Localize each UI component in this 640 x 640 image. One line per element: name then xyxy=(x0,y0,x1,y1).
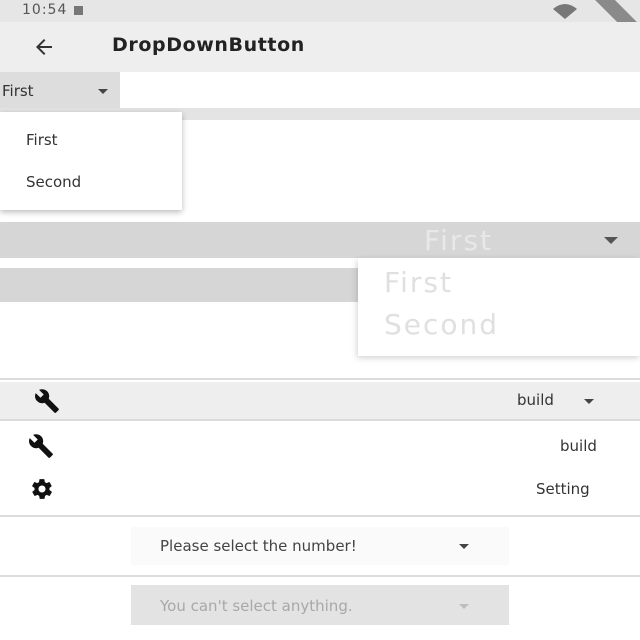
chevron-down-icon xyxy=(459,544,469,549)
chevron-down-icon xyxy=(584,399,594,404)
dropdown-large[interactable] xyxy=(0,222,640,258)
wifi-icon xyxy=(552,3,578,23)
list-item-label: Setting xyxy=(536,480,590,498)
status-time: 10:54 xyxy=(22,2,68,18)
menu-item-first[interactable]: First xyxy=(384,266,453,299)
dropdown-large-value: First xyxy=(424,224,493,257)
battery-level: 0 xyxy=(606,2,616,18)
list-item-build[interactable]: build xyxy=(0,428,640,464)
list-item-label: build xyxy=(560,437,597,455)
gear-icon xyxy=(32,479,52,499)
icon-dropdown-value: build xyxy=(517,391,554,409)
page-title: DropDownButton xyxy=(112,34,305,56)
divider xyxy=(0,419,640,421)
wrench-icon xyxy=(29,434,53,458)
sim-icon xyxy=(74,6,83,15)
dropdown-first[interactable]: First xyxy=(0,72,120,109)
menu-item-second[interactable]: Second xyxy=(26,173,81,191)
divider xyxy=(0,575,640,577)
select-number-dropdown[interactable]: Please select the number! xyxy=(131,527,509,565)
dropdown-first-menu: First Second xyxy=(0,112,182,210)
chevron-down-icon xyxy=(459,604,469,609)
icon-dropdown[interactable]: build xyxy=(0,382,640,419)
list-item-setting[interactable]: Setting xyxy=(0,471,640,507)
dropdown-large-menu: First Second xyxy=(358,258,640,356)
chevron-down-icon xyxy=(604,237,618,244)
chevron-down-icon xyxy=(98,89,108,94)
dropdown-first-value: First xyxy=(2,81,34,100)
divider xyxy=(0,378,640,380)
wrench-icon xyxy=(35,389,59,413)
back-button[interactable] xyxy=(24,32,64,62)
arrow-back-icon xyxy=(36,39,52,55)
disabled-dropdown: You can't select anything. xyxy=(131,585,509,625)
divider xyxy=(0,515,640,517)
status-bar xyxy=(0,0,640,22)
select-number-label: Please select the number! xyxy=(160,537,357,555)
app-bar: DropDownButton xyxy=(0,22,640,72)
menu-item-first[interactable]: First xyxy=(26,131,58,149)
menu-item-second[interactable]: Second xyxy=(384,308,499,341)
disabled-dropdown-label: You can't select anything. xyxy=(160,597,353,615)
